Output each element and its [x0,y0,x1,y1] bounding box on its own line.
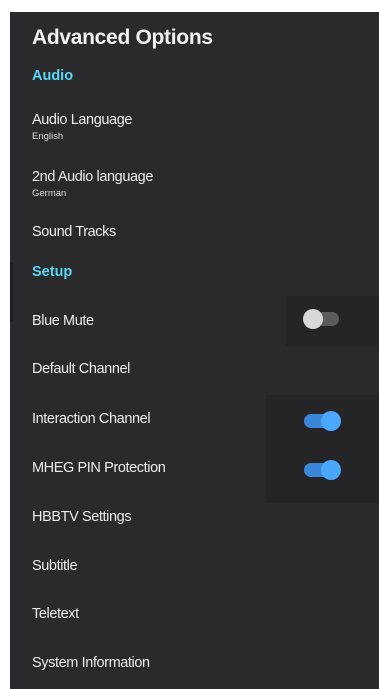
menu-item-second-audio-language[interactable]: 2nd Audio language German [10,165,379,209]
menu-item-default-channel[interactable]: Default Channel [10,357,379,387]
blue-mute-label: Blue Mute [32,313,94,329]
second-audio-language-value: German [32,188,67,199]
blue-mute-toggle-knob [303,309,323,329]
mheg-pin-protection-toggle[interactable] [304,460,341,480]
second-audio-language-label: 2nd Audio language [32,169,154,185]
system-information-label: System Information [32,655,150,671]
mheg-pin-protection-label: MHEG PIN Protection [32,460,166,476]
menu-item-mheg-pin-protection[interactable]: MHEG PIN Protection [10,454,379,490]
menu-item-system-information[interactable]: System Information [10,651,379,681]
panel-title: Advanced Options [32,26,213,49]
subtitle-label: Subtitle [32,558,78,574]
menu-item-teletext[interactable]: Teletext [10,602,379,632]
blue-mute-toggle[interactable] [303,309,339,329]
interaction-channel-toggle-knob [321,411,341,431]
interaction-channel-toggle[interactable] [304,411,341,431]
audio-language-label: Audio Language [32,112,133,128]
menu-item-hbbtv-settings[interactable]: HBBTV Settings [10,505,379,535]
menu-item-interaction-channel[interactable]: Interaction Channel [10,395,379,503]
default-channel-label: Default Channel [32,361,130,377]
sound-tracks-label: Sound Tracks [32,224,116,240]
section-header-setup: Setup [32,264,73,280]
mheg-pin-protection-toggle-knob [321,460,341,480]
advanced-options-panel: Advanced Options Audio Audio Language En… [10,12,379,689]
menu-item-blue-mute[interactable]: Blue Mute [10,296,379,346]
interaction-channel-label: Interaction Channel [32,411,151,427]
menu-item-subtitle[interactable]: Subtitle [10,554,379,584]
teletext-label: Teletext [32,606,79,622]
audio-language-value: English [32,131,64,142]
menu-item-sound-tracks[interactable]: Sound Tracks [10,220,379,250]
menu-item-audio-language[interactable]: Audio Language English [10,108,379,152]
hbbtv-settings-label: HBBTV Settings [32,509,132,525]
section-header-audio: Audio [32,68,74,84]
